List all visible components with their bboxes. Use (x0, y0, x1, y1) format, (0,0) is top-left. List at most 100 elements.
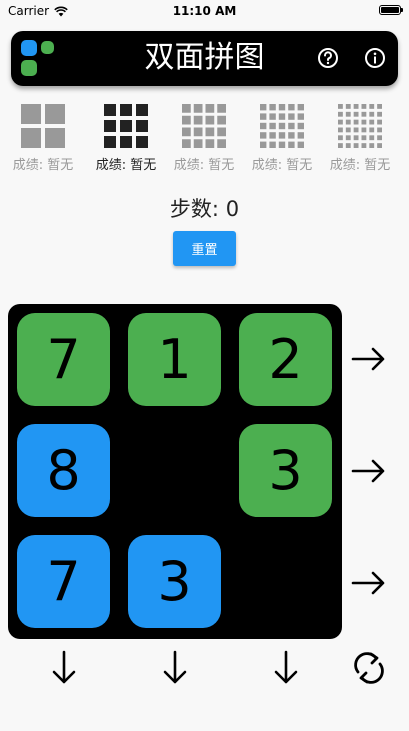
level-3x3[interactable]: 成绩: 暂无 (87, 104, 165, 173)
grid-cell (369, 127, 375, 133)
grid-cell (369, 104, 375, 109)
grid-cell (193, 139, 203, 148)
grid-cell (345, 111, 351, 117)
grid-cell (278, 132, 286, 139)
grid-cell (377, 119, 382, 125)
steps-count: 0 (225, 197, 240, 221)
level-6x6[interactable]: 成绩: 暂无 (321, 104, 399, 173)
help-icon[interactable] (317, 47, 339, 69)
level-score-label: 成绩: 暂无 (173, 158, 235, 173)
grid-cell (104, 104, 116, 116)
grid-cell (45, 128, 65, 148)
grid-cell (361, 119, 367, 125)
puzzle-board: 7128373 (8, 304, 342, 639)
grid-cell (269, 122, 276, 130)
shift-row-1-right-arrow-icon[interactable] (349, 339, 389, 379)
grid-cell (120, 120, 132, 132)
shift-row-2-right-arrow-icon[interactable] (349, 451, 389, 491)
grid-cell (205, 127, 215, 137)
level-score-label: 成绩: 暂无 (251, 158, 313, 173)
grid-6x6-icon (338, 104, 382, 148)
grid-cell (297, 132, 304, 139)
info-icon[interactable] (364, 47, 386, 69)
page-title: 双面拼图 (144, 40, 265, 75)
grid-cell (205, 104, 215, 113)
grid-cell (288, 113, 295, 120)
level-score-label: 成绩: 暂无 (12, 158, 74, 173)
puzzle-tile[interactable]: 2 (239, 313, 332, 406)
puzzle-tile[interactable]: 7 (17, 313, 110, 406)
grid-cell (260, 141, 267, 148)
level-2x2[interactable]: 成绩: 暂无 (4, 104, 82, 173)
grid-cell (205, 115, 215, 125)
shift-col-2-down-arrow-icon[interactable] (155, 648, 195, 688)
level-4x4[interactable]: 成绩: 暂无 (165, 104, 243, 173)
grid-3x3-icon (104, 104, 148, 148)
grid-cell (338, 135, 343, 141)
grid-cell (120, 136, 132, 148)
grid-cell (278, 113, 286, 120)
grid-cell (217, 127, 226, 137)
grid-cell (361, 135, 367, 141)
grid-cell (21, 104, 41, 124)
grid-cell (361, 111, 367, 117)
grid-cell (288, 132, 295, 139)
grid-cell (269, 104, 276, 111)
grid-cell (21, 128, 41, 148)
grid-cell (182, 104, 191, 113)
grid-cell (353, 104, 359, 109)
grid-cell (182, 127, 191, 137)
grid-cell (193, 115, 203, 125)
grid-cell (345, 119, 351, 125)
grid-cell (345, 127, 351, 133)
grid-cell (297, 113, 304, 120)
level-5x5[interactable]: 成绩: 暂无 (243, 104, 321, 173)
grid-cell (136, 136, 148, 148)
grid-cell (369, 119, 375, 125)
grid-cell (217, 104, 226, 113)
shift-col-1-down-arrow-icon[interactable] (44, 648, 84, 688)
status-bar: Carrier 11:10 AM (0, 0, 409, 22)
grid-cell (353, 143, 359, 148)
flip-sync-icon[interactable] (349, 648, 389, 688)
grid-cell (269, 132, 276, 139)
grid-cell (353, 135, 359, 141)
grid-cell (361, 104, 367, 109)
puzzle-tile[interactable]: 1 (128, 313, 221, 406)
grid-cell (260, 104, 267, 111)
grid-cell (217, 139, 226, 148)
shift-col-3-down-arrow-icon[interactable] (266, 648, 306, 688)
grid-cell (369, 143, 375, 148)
grid-4x4-icon (182, 104, 226, 148)
grid-cell (205, 139, 215, 148)
puzzle-tile[interactable]: 3 (239, 424, 332, 517)
battery-icon (379, 5, 403, 15)
grid-cell (136, 104, 148, 116)
grid-cell (288, 122, 295, 130)
grid-cell (345, 143, 351, 148)
grid-cell (297, 141, 304, 148)
level-score-label: 成绩: 暂无 (95, 158, 157, 173)
puzzle-tile[interactable]: 8 (17, 424, 110, 517)
grid-cell (338, 111, 343, 117)
level-selector: 成绩: 暂无 成绩: 暂无 成绩: 暂无 成绩: 暂无 成绩: 暂无 (0, 104, 409, 184)
shift-row-3-right-arrow-icon[interactable] (349, 563, 389, 603)
grid-cell (193, 104, 203, 113)
grid-cell (369, 135, 375, 141)
grid-cell (120, 104, 132, 116)
grid-cell (345, 135, 351, 141)
grid-cell (338, 104, 343, 109)
grid-cell (136, 120, 148, 132)
grid-cell (377, 143, 382, 148)
grid-cell (182, 115, 191, 125)
grid-cell (377, 135, 382, 141)
puzzle-tile[interactable]: 7 (17, 535, 110, 628)
grid-cell (297, 104, 304, 111)
grid-cell (361, 143, 367, 148)
grid-cell (260, 113, 267, 120)
step-counter: 步数: 0 (0, 193, 409, 223)
reset-button[interactable]: 重置 (173, 231, 236, 266)
grid-cell (288, 141, 295, 148)
puzzle-tile[interactable]: 3 (128, 535, 221, 628)
grid-cell (345, 104, 351, 109)
